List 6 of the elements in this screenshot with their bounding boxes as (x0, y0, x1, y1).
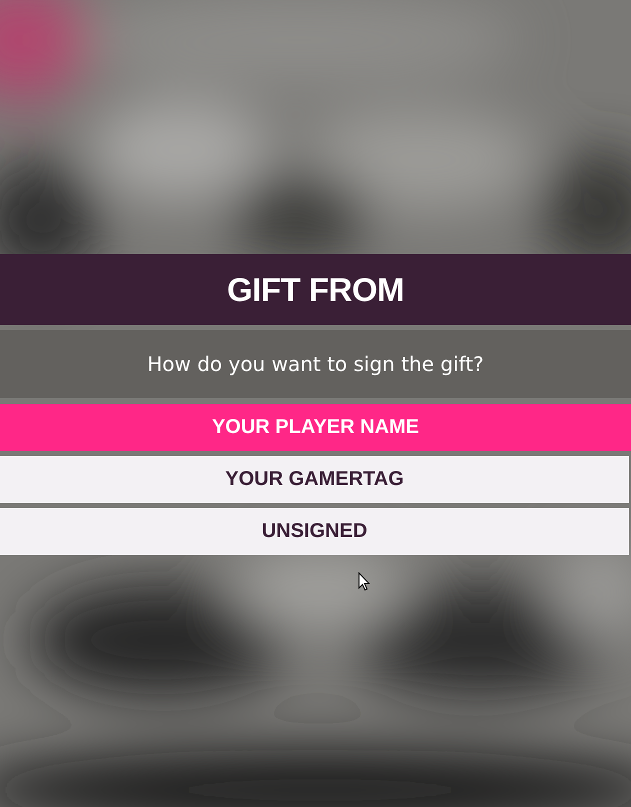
dialog-title: GIFT FROM (227, 270, 404, 308)
cursor-icon (358, 572, 370, 591)
option-button[interactable]: YOUR GAMERTAG (0, 456, 629, 503)
prompt-text: How do you want to sign the gift? (147, 352, 484, 376)
option-button[interactable]: UNSIGNED (0, 508, 629, 555)
option-button[interactable]: YOUR PLAYER NAME (0, 404, 631, 451)
